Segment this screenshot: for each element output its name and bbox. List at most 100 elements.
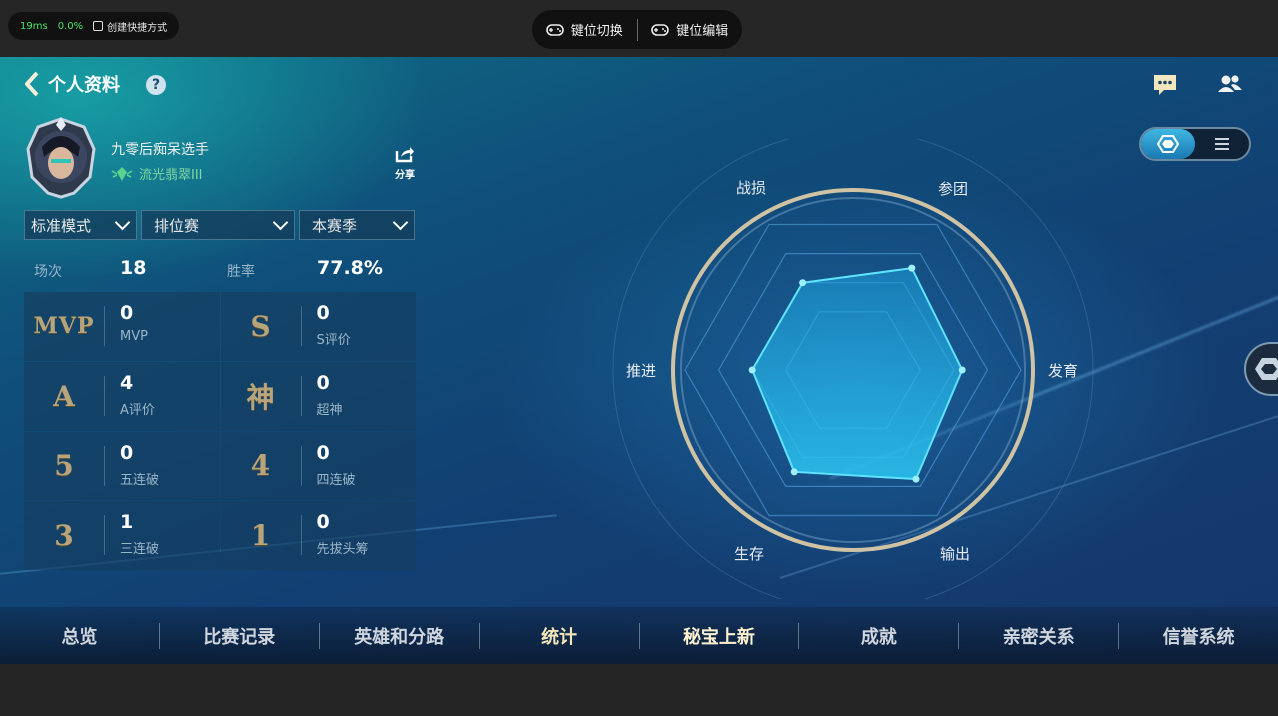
stat-caption: MVP <box>120 329 148 344</box>
key-edit-button[interactable]: 键位编辑 <box>638 10 743 49</box>
chat-bubble-icon <box>1154 75 1176 95</box>
radar-vertex <box>912 475 920 483</box>
cell-divider <box>300 306 302 346</box>
stat-cell: 1 0 先拔头筹 <box>220 501 416 570</box>
radar-label-damage: 输出 <box>940 545 971 563</box>
performance-pill: 19ms 0.0% 创建快捷方式 <box>8 12 180 40</box>
stats-grid: MVP 0 MVP S 0 S评价 A 4 A评价 神 0 超神 5 0 五连破 4 0 四连破 3 1 三… <box>24 292 416 570</box>
cpu-readout: 0.0% <box>57 20 84 32</box>
stat-cell: 神 0 超神 <box>220 361 416 431</box>
rank-label: 流光翡翠III <box>139 168 203 183</box>
cell-divider <box>104 306 105 346</box>
stat-caption: 三连破 <box>120 542 160 558</box>
share-label: 分享 <box>395 170 415 181</box>
radar-vertex <box>799 279 807 287</box>
mode-value: 标准模式 <box>31 216 92 235</box>
radar-label-farming: 发育 <box>1048 362 1079 380</box>
a-grade-icon: A <box>53 379 75 413</box>
key-edit-label: 键位编辑 <box>676 24 729 39</box>
radar-label-push: 推进 <box>626 362 657 380</box>
share-icon <box>395 147 414 163</box>
help-button[interactable]: ? <box>146 75 166 95</box>
stat-caption: A评价 <box>120 402 155 418</box>
stat-value: 4 <box>120 371 134 394</box>
key-switch-label: 键位切换 <box>570 24 623 39</box>
emulator-bottom-strip <box>0 664 1278 716</box>
tab-match-history[interactable]: 比赛记录 <box>160 623 319 649</box>
chevron-down-icon <box>272 214 289 231</box>
tab-relationships[interactable]: 亲密关系 <box>959 623 1118 649</box>
game-screen: 个人资料 ? 九零后痴呆选手 流光翡翠III 分享 标准模式 排位赛 本赛季 场… <box>0 57 1278 664</box>
radar-vertex <box>790 468 798 476</box>
hexagon-icon <box>1255 358 1278 380</box>
back-button[interactable]: 个人资料 <box>24 70 120 98</box>
list-view-button[interactable] <box>1195 129 1249 159</box>
penta-kill-icon: 5 <box>54 449 74 483</box>
player-rank: 流光翡翠III <box>111 164 203 183</box>
stat-caption: S评价 <box>316 333 351 348</box>
stat-value: 0 <box>120 302 134 324</box>
shortcut-icon <box>93 21 104 31</box>
radar-label-teamfight: 参团 <box>938 180 969 198</box>
stat-cell: A 4 A评价 <box>24 361 220 431</box>
stat-value: 0 <box>120 441 134 464</box>
create-shortcut-button[interactable]: 创建快捷方式 <box>93 19 167 34</box>
tab-overview[interactable]: 总览 <box>0 623 159 649</box>
stat-caption: 四连破 <box>316 472 356 488</box>
stat-value: 0 <box>316 371 330 394</box>
emulator-toolbar: 19ms 0.0% 创建快捷方式 键位切换 键位编辑 <box>0 0 1278 57</box>
season-value: 本赛季 <box>312 216 358 235</box>
player-avatar[interactable] <box>24 117 98 199</box>
triple-kill-icon: 3 <box>54 519 74 553</box>
radar-view-button[interactable] <box>1141 129 1195 159</box>
gamepad-icon <box>545 23 564 36</box>
winrate-value: 77.8% <box>317 257 383 279</box>
matches-value: 18 <box>120 257 147 279</box>
create-shortcut-label: 创建快捷方式 <box>107 22 168 34</box>
mode-dropdown[interactable]: 标准模式 <box>24 210 137 240</box>
cell-divider <box>300 515 302 556</box>
match-type-dropdown[interactable]: 排位赛 <box>141 210 295 240</box>
share-button[interactable]: 分享 <box>392 145 418 181</box>
stat-caption: 先拔头筹 <box>316 542 369 558</box>
mvp-icon: MVP <box>33 313 95 340</box>
tab-heroes-lanes[interactable]: 英雄和分路 <box>320 623 479 649</box>
bottom-tab-bar: 总览 比赛记录 英雄和分路 统计 秘宝上新 成就 亲密关系 信誉系统 <box>0 607 1278 664</box>
stat-cell: 5 0 五连破 <box>24 431 220 501</box>
season-dropdown[interactable]: 本赛季 <box>299 210 415 240</box>
page-title: 个人资料 <box>48 75 120 96</box>
side-menu-button[interactable] <box>1244 342 1278 396</box>
gamepad-icon <box>651 23 670 36</box>
chevron-left-icon <box>25 71 39 97</box>
matches-label: 场次 <box>34 264 62 280</box>
winrate-label: 胜率 <box>227 264 255 280</box>
stat-caption: 五连破 <box>120 472 160 488</box>
stat-value: 0 <box>316 302 330 324</box>
stat-cell: 3 1 三连破 <box>24 501 220 570</box>
tab-treasure-new[interactable]: 秘宝上新 <box>640 623 799 649</box>
cell-divider <box>104 515 105 556</box>
chevron-down-icon <box>392 214 409 231</box>
quadra-kill-icon: 4 <box>250 449 271 483</box>
friends-button[interactable] <box>1216 73 1244 99</box>
match-type-value: 排位赛 <box>154 216 200 235</box>
first-blood-icon: 1 <box>250 519 271 553</box>
radar-vertex <box>908 264 916 272</box>
radar-vertex <box>958 366 966 374</box>
godlike-icon: 神 <box>246 381 275 415</box>
chevron-down-icon <box>114 214 131 231</box>
cell-divider <box>300 445 302 486</box>
tab-achievements[interactable]: 成就 <box>799 623 958 649</box>
cell-divider <box>104 445 105 486</box>
s-grade-icon: S <box>250 309 271 343</box>
key-switch-button[interactable]: 键位切换 <box>532 10 637 49</box>
stat-caption: 超神 <box>316 402 343 418</box>
tab-credit-system[interactable]: 信誉系统 <box>1119 623 1278 649</box>
latency-readout: 19ms <box>20 20 48 32</box>
stat-cell: MVP 0 MVP <box>24 292 220 361</box>
tab-statistics[interactable]: 统计 <box>480 623 639 649</box>
stat-cell: S 0 S评价 <box>220 292 416 361</box>
stat-value: 1 <box>120 511 134 534</box>
chat-button[interactable] <box>1152 73 1178 101</box>
emerald-rank-icon <box>111 166 133 181</box>
